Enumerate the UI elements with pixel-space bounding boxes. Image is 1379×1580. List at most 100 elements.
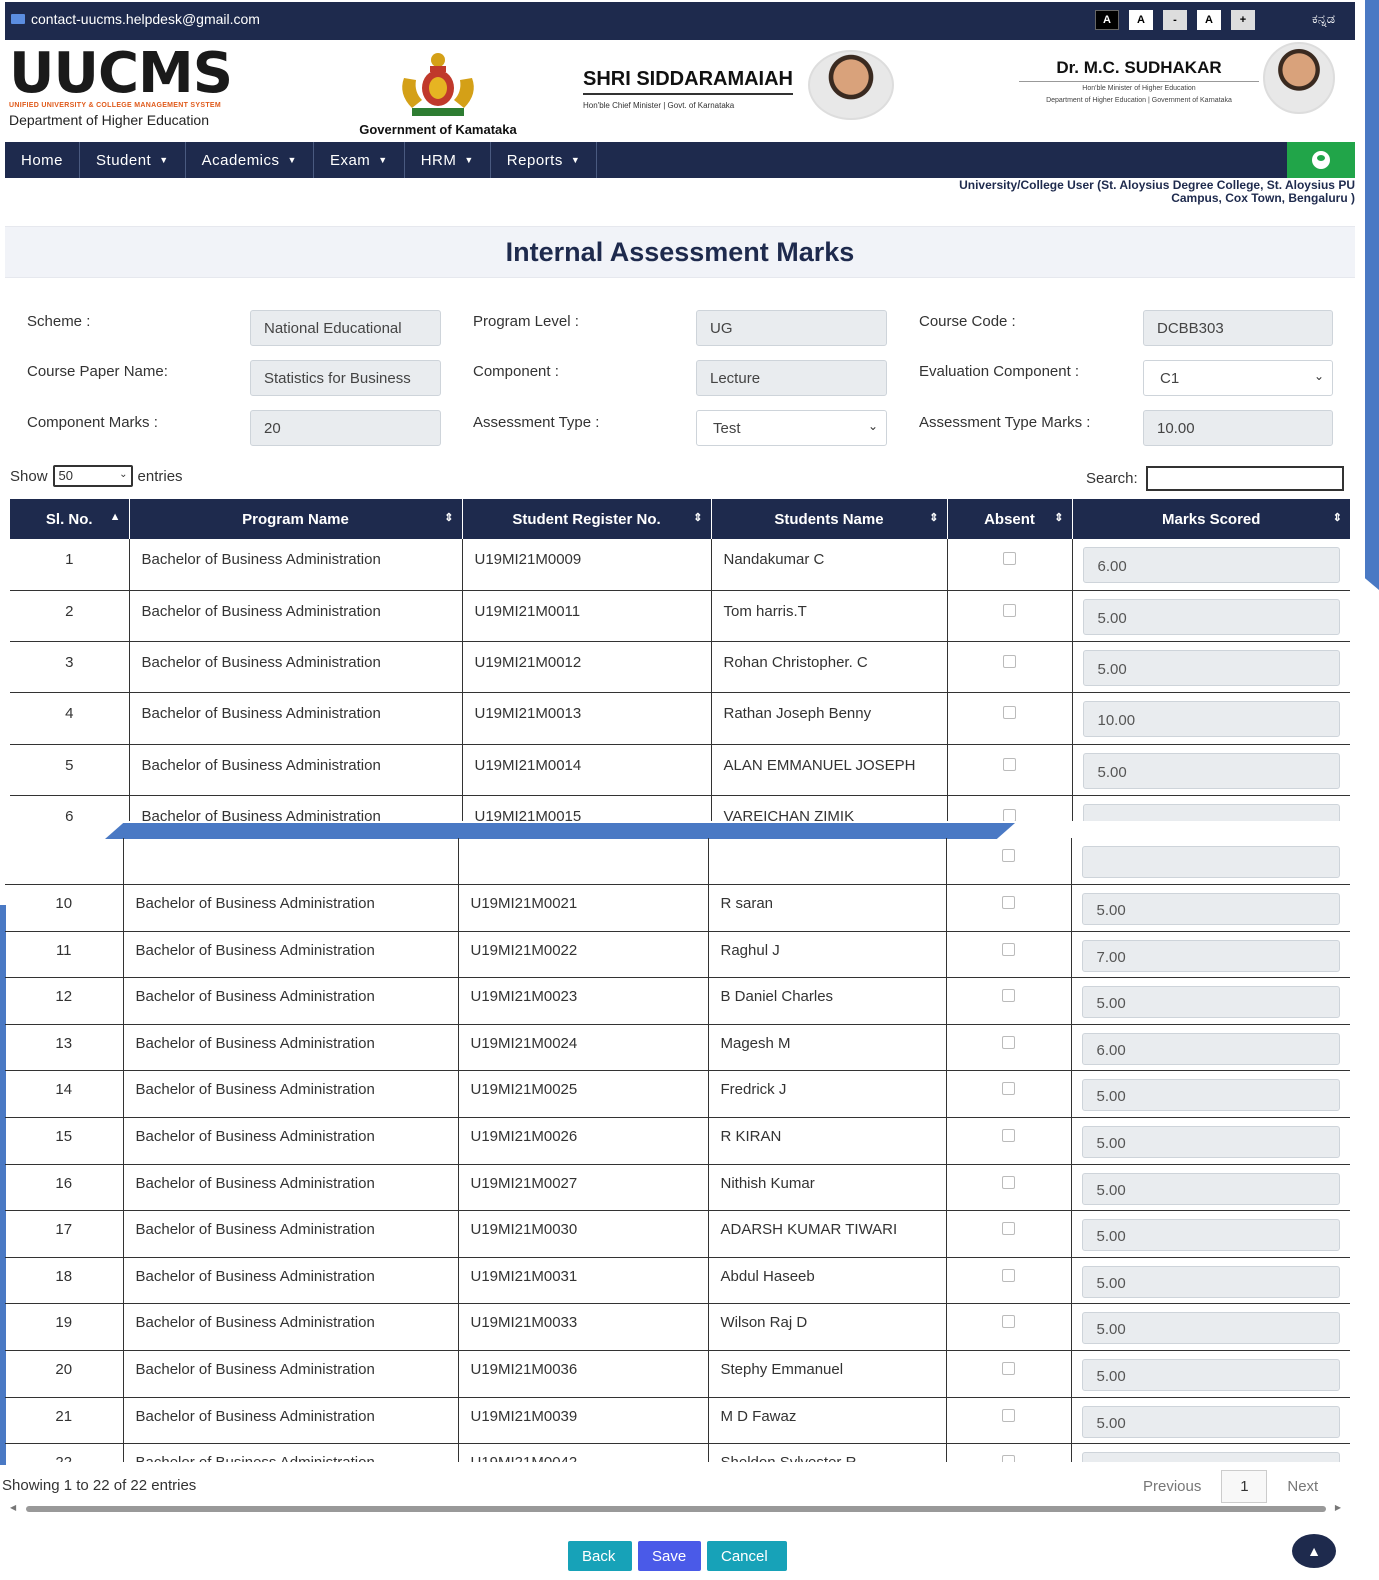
minister-title: Hon'ble Minister of Higher Education [1082,85,1196,92]
nav-student[interactable]: Student ▼ [80,142,186,178]
marks-input[interactable]: 5.00 [1081,893,1340,926]
chevron-down-icon: ⌄ [119,469,128,480]
font-increase-button[interactable]: + [1231,10,1255,30]
previous-page-button[interactable]: Previous [1143,1478,1201,1495]
marks-input[interactable]: 7.00 [1081,939,1340,972]
absent-checkbox[interactable] [1002,1082,1015,1096]
back-button[interactable]: Back [568,1541,632,1571]
marks-input[interactable]: 5.00 [1081,986,1340,1019]
font-dark-contrast-button[interactable]: A [1095,10,1119,30]
uucms-logo[interactable]: UUCMS UNIFIED UNIVERSITY & COLLEGE MANAG… [9,46,233,129]
marks-input[interactable]: 5.00 [1081,1079,1340,1112]
cell-absent [946,1257,1072,1305]
cell-student-name: Tom harris.T [711,590,948,643]
next-page-button[interactable]: Next [1287,1478,1318,1495]
absent-checkbox[interactable] [1002,896,1015,910]
assessment-type-select[interactable]: Test ⌄ [696,410,887,446]
absent-checkbox[interactable] [1003,757,1016,771]
minister-avatar [1263,42,1335,114]
cancel-button[interactable]: Cancel [707,1541,787,1571]
marks-input[interactable]: 5.00 [1081,1265,1340,1298]
course-paper-label: Course Paper Name: [27,363,168,380]
entries-select[interactable]: 50 ⌄ [52,465,133,487]
absent-checkbox[interactable] [1002,1175,1015,1189]
user-menu-button[interactable] [1287,142,1355,178]
evaluation-component-select[interactable]: C1 ⌄ [1143,360,1333,396]
save-button[interactable]: Save [638,1541,701,1571]
component-marks-label: Component Marks : [27,414,158,431]
absent-checkbox[interactable] [1003,603,1016,617]
marks-input[interactable]: 5.00 [1081,1126,1340,1159]
language-toggle[interactable]: ಕನ್ನಡ [1312,11,1335,27]
table-row: 21 Bachelor of Business Administration U19… [5,1397,1350,1445]
marks-input[interactable]: 6.00 [1081,1032,1340,1065]
absent-checkbox[interactable] [1003,808,1016,821]
nav-hrm[interactable]: HRM ▼ [405,142,491,178]
col-header-student-name[interactable]: Students Name ⇕ [711,499,948,539]
horizontal-scrollbar[interactable]: ◀ ▶ [8,1503,1343,1513]
font-light-contrast-button[interactable]: A [1129,10,1153,30]
marks-input[interactable]: 5.00 [1082,752,1340,789]
font-reset-button[interactable]: A [1197,10,1221,30]
cell-register-no: U19MI21M0039 [458,1397,709,1445]
absent-checkbox[interactable] [1003,655,1016,669]
absent-checkbox[interactable] [1002,1362,1015,1376]
cell-absent [947,641,1073,694]
cell-sl-no: 1 [10,539,130,591]
sort-icon: ⇕ [1054,512,1064,524]
absent-checkbox[interactable] [1002,1408,1015,1422]
absent-checkbox[interactable] [1002,1455,1015,1462]
marks-input[interactable]: 5.00 [1082,650,1340,687]
absent-checkbox[interactable] [1002,989,1015,1003]
col-header-register-no[interactable]: Student Register No. ⇕ [462,499,712,539]
nav-home[interactable]: Home [5,142,81,178]
chevron-down-icon: ⌄ [1313,369,1324,383]
font-decrease-button[interactable]: - [1163,10,1187,30]
marks-input[interactable]: 5.00 [1081,1452,1340,1462]
marks-input[interactable]: 5.00 [1081,1405,1340,1438]
cell-absent [947,744,1073,796]
cell-student-name: ADARSH KUMAR TIWARI [708,1210,947,1258]
cell-program-name: Bachelor of Business Administration [129,641,463,694]
nav-reports[interactable]: Reports ▼ [491,142,598,178]
scrollbar-thumb[interactable] [26,1506,1326,1512]
contact-email[interactable]: contact-uucms.helpdesk@gmail.com [11,11,260,27]
table-row: 6 Bachelor of Business Administration U19M… [10,795,1350,821]
marks-input[interactable]: 10.00 [1082,701,1340,738]
marks-input[interactable]: 5.00 [1082,598,1340,635]
scroll-to-top-button[interactable]: ▲ [1292,1534,1336,1568]
absent-checkbox[interactable] [1002,1129,1015,1143]
marks-input[interactable]: 5.00 [1081,1219,1340,1252]
scroll-left-icon[interactable]: ◀ [10,1503,16,1512]
marks-input[interactable]: 5.00 [1081,1359,1340,1392]
mail-icon [11,14,25,24]
absent-checkbox[interactable] [1002,1035,1015,1049]
marks-input[interactable] [1081,846,1340,878]
search-input[interactable] [1145,466,1344,491]
absent-checkbox[interactable] [1002,942,1015,956]
scheme-field: National Educational [250,310,441,346]
scroll-right-icon[interactable]: ▶ [1335,1503,1341,1512]
nav-academics[interactable]: Academics ▼ [186,142,314,178]
absent-checkbox[interactable] [1003,552,1016,565]
marks-input[interactable] [1082,803,1340,821]
evaluation-component-label: Evaluation Component : [919,363,1080,380]
col-header-sl-no[interactable]: Sl. No. ▲ [10,499,130,539]
absent-checkbox[interactable] [1003,706,1016,720]
nav-exam[interactable]: Exam ▼ [314,142,405,178]
marks-input[interactable]: 6.00 [1082,547,1340,583]
col-header-program-name[interactable]: Program Name ⇕ [129,499,463,539]
cell-sl-no: 20 [5,1350,124,1398]
absent-checkbox[interactable] [1002,1315,1015,1329]
col-header-marks-scored[interactable]: Marks Scored ⇕ [1072,499,1350,539]
minister-department: Department of Higher Education | Governm… [1046,97,1232,104]
page-1-button[interactable]: 1 [1221,1470,1268,1503]
absent-checkbox[interactable] [1002,849,1015,862]
marks-input[interactable]: 5.00 [1081,1312,1340,1345]
marks-input[interactable]: 5.00 [1081,1172,1340,1205]
absent-checkbox[interactable] [1002,1222,1015,1236]
col-header-absent[interactable]: Absent ⇕ [947,499,1073,539]
cell-sl-no: 3 [10,641,130,694]
cell-register-no: U19MI21M0030 [458,1210,709,1258]
absent-checkbox[interactable] [1002,1268,1015,1282]
